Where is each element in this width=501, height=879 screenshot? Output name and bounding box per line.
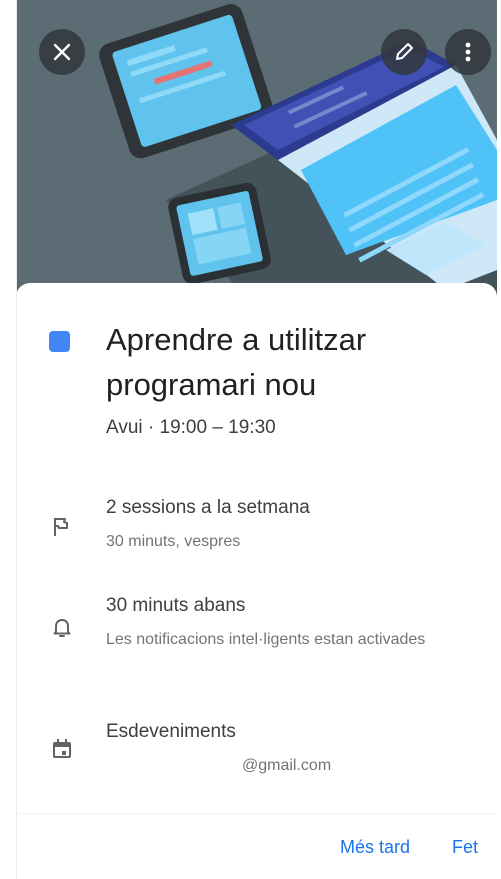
close-icon bbox=[53, 43, 71, 61]
left-edge bbox=[0, 0, 17, 879]
event-color-indicator bbox=[49, 331, 70, 352]
flag-icon bbox=[54, 518, 68, 536]
event-title: Aprendre a utilitzar programari nou bbox=[106, 322, 367, 402]
frequency-subtext: 30 minuts, vespres bbox=[106, 533, 241, 550]
calendar-icon bbox=[53, 739, 71, 758]
edit-button[interactable] bbox=[381, 29, 427, 75]
done-button[interactable]: Fet bbox=[452, 837, 478, 858]
more-options-button[interactable] bbox=[445, 29, 491, 75]
details-sheet: Aprendre a utilitzar programari nou Avui… bbox=[16, 283, 497, 879]
calendar-name: Esdeveniments bbox=[106, 721, 236, 742]
later-button[interactable]: Més tard bbox=[340, 837, 410, 858]
footer-divider bbox=[16, 813, 497, 814]
calendar-account-email: @gmail.com bbox=[242, 757, 332, 774]
bell-icon bbox=[53, 619, 71, 637]
goal-detail-screen: Aprendre a utilitzar programari nou Avui… bbox=[0, 0, 501, 879]
event-time: Avui · 19:00 – 19:30 bbox=[106, 417, 276, 438]
pencil-icon bbox=[396, 43, 413, 60]
notification-text: 30 minuts abans bbox=[106, 595, 246, 616]
right-edge bbox=[497, 0, 501, 879]
more-vert-icon bbox=[465, 42, 471, 62]
notification-subtext: Les notificacions intel·ligents estan ac… bbox=[106, 631, 426, 648]
frequency-text: 2 sessions a la setmana bbox=[106, 497, 310, 518]
close-button[interactable] bbox=[39, 29, 85, 75]
